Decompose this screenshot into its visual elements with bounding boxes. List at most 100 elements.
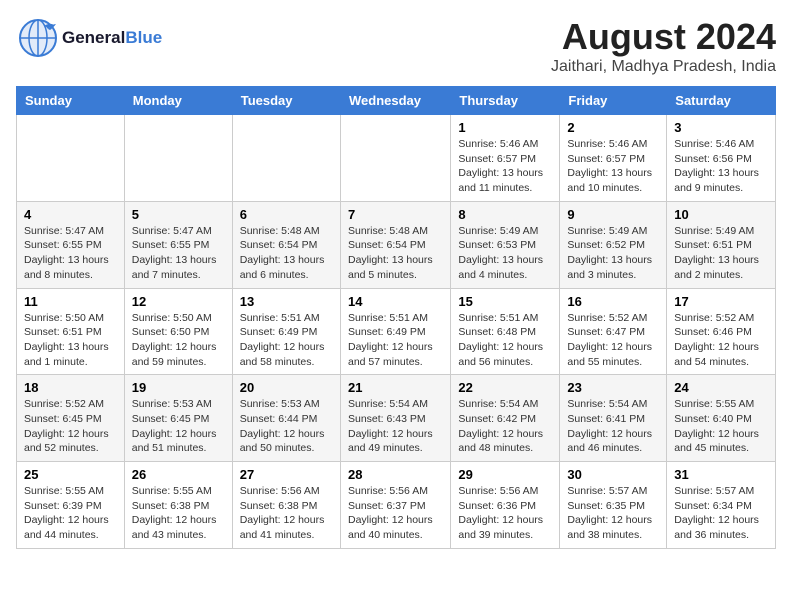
week-row-3: 11Sunrise: 5:50 AM Sunset: 6:51 PM Dayli… [17,288,776,375]
week-row-5: 25 Sunrise: 5:55 AM Sunset: 6:39 PM Dayli… [17,462,776,549]
day-number: 14 [348,294,443,309]
day-number: 26 [132,467,225,482]
day-info: Sunrise: 5:52 AM Sunset: 6:46 PM Dayligh… [674,311,768,370]
day-number: 24 [674,380,768,395]
header-day-sunday: Sunday [17,87,125,115]
calendar-cell [340,115,450,202]
header-day-saturday: Saturday [667,87,776,115]
day-info: Sunrise: 5:50 AM Sunset: 6:50 PM Dayligh… [132,311,225,370]
calendar-cell [232,115,340,202]
day-number: 4 [24,207,117,222]
day-info: Sunrise: 5:55 AM Sunset: 6:40 PM Dayligh… [674,397,768,456]
calendar-cell: 17 Sunrise: 5:52 AM Sunset: 6:46 PM Dayli… [667,288,776,375]
day-info: Sunrise: 5:56 AM Sunset: 6:36 PM Dayligh… [458,484,552,543]
header-row: SundayMondayTuesdayWednesdayThursdayFrid… [17,87,776,115]
calendar-cell: 3Sunrise: 5:46 AM Sunset: 6:56 PM Daylig… [667,115,776,202]
day-info: Sunrise: 5:51 AM Sunset: 6:49 PM Dayligh… [348,311,443,370]
day-info: Sunrise: 5:52 AM Sunset: 6:47 PM Dayligh… [567,311,659,370]
logo: GeneralBlue [16,16,162,60]
day-info: Sunrise: 5:47 AM Sunset: 6:55 PM Dayligh… [132,224,225,283]
day-number: 27 [240,467,333,482]
week-row-4: 18 Sunrise: 5:52 AM Sunset: 6:45 PM Dayli… [17,375,776,462]
title-block: August 2024 Jaithari, Madhya Pradesh, In… [551,16,776,76]
day-info: Sunrise: 5:52 AM Sunset: 6:45 PM Dayligh… [24,397,117,456]
day-number: 28 [348,467,443,482]
day-info: Sunrise: 5:49 AM Sunset: 6:52 PM Dayligh… [567,224,659,283]
day-number: 5 [132,207,225,222]
calendar-cell: 21 Sunrise: 5:54 AM Sunset: 6:43 PM Dayli… [340,375,450,462]
day-info: Sunrise: 5:51 AM Sunset: 6:49 PM Dayligh… [240,311,333,370]
calendar-cell: 26Sunrise: 5:55 AM Sunset: 6:38 PM Dayli… [124,462,232,549]
page-header: GeneralBlue August 2024 Jaithari, Madhya… [16,16,776,76]
calendar-cell: 20Sunrise: 5:53 AM Sunset: 6:44 PM Dayli… [232,375,340,462]
day-number: 8 [458,207,552,222]
day-info: Sunrise: 5:49 AM Sunset: 6:51 PM Dayligh… [674,224,768,283]
day-info: Sunrise: 5:55 AM Sunset: 6:39 PM Dayligh… [24,484,117,543]
calendar-cell: 1 Sunrise: 5:46 AM Sunset: 6:57 PM Daylig… [451,115,560,202]
day-number: 25 [24,467,117,482]
header-day-thursday: Thursday [451,87,560,115]
month-year-title: August 2024 [551,16,776,58]
calendar-cell: 25 Sunrise: 5:55 AM Sunset: 6:39 PM Dayli… [17,462,125,549]
day-number: 15 [458,294,552,309]
day-number: 9 [567,207,659,222]
week-row-1: 1 Sunrise: 5:46 AM Sunset: 6:57 PM Daylig… [17,115,776,202]
header-day-friday: Friday [560,87,667,115]
location-subtitle: Jaithari, Madhya Pradesh, India [551,58,776,76]
day-number: 1 [458,120,552,135]
week-row-2: 4 Sunrise: 5:47 AM Sunset: 6:55 PM Daylig… [17,201,776,288]
day-number: 13 [240,294,333,309]
day-info: Sunrise: 5:46 AM Sunset: 6:56 PM Dayligh… [674,137,768,196]
calendar-cell: 9 Sunrise: 5:49 AM Sunset: 6:52 PM Daylig… [560,201,667,288]
calendar-cell: 4Sunrise: 5:47 AM Sunset: 6:55 PM Daylig… [17,201,125,288]
day-number: 16 [567,294,659,309]
calendar-cell: 12 Sunrise: 5:50 AM Sunset: 6:50 PM Dayli… [124,288,232,375]
day-info: Sunrise: 5:56 AM Sunset: 6:37 PM Dayligh… [348,484,443,543]
calendar-table: SundayMondayTuesdayWednesdayThursdayFrid… [16,86,776,549]
calendar-cell: 16 Sunrise: 5:52 AM Sunset: 6:47 PM Dayli… [560,288,667,375]
day-info: Sunrise: 5:53 AM Sunset: 6:45 PM Dayligh… [132,397,225,456]
calendar-cell: 29 Sunrise: 5:56 AM Sunset: 6:36 PM Dayli… [451,462,560,549]
day-number: 23 [567,380,659,395]
day-number: 18 [24,380,117,395]
day-info: Sunrise: 5:54 AM Sunset: 6:42 PM Dayligh… [458,397,552,456]
calendar-cell: 31Sunrise: 5:57 AM Sunset: 6:34 PM Dayli… [667,462,776,549]
calendar-cell: 6Sunrise: 5:48 AM Sunset: 6:54 PM Daylig… [232,201,340,288]
calendar-cell: 14 Sunrise: 5:51 AM Sunset: 6:49 PM Dayli… [340,288,450,375]
calendar-cell: 27Sunrise: 5:56 AM Sunset: 6:38 PM Dayli… [232,462,340,549]
day-info: Sunrise: 5:48 AM Sunset: 6:54 PM Dayligh… [348,224,443,283]
day-info: Sunrise: 5:48 AM Sunset: 6:54 PM Dayligh… [240,224,333,283]
day-info: Sunrise: 5:46 AM Sunset: 6:57 PM Dayligh… [458,137,552,196]
calendar-cell: 30Sunrise: 5:57 AM Sunset: 6:35 PM Dayli… [560,462,667,549]
calendar-cell: 19 Sunrise: 5:53 AM Sunset: 6:45 PM Dayli… [124,375,232,462]
day-number: 22 [458,380,552,395]
header-day-tuesday: Tuesday [232,87,340,115]
header-day-wednesday: Wednesday [340,87,450,115]
day-info: Sunrise: 5:53 AM Sunset: 6:44 PM Dayligh… [240,397,333,456]
logo-general: GeneralBlue [62,29,162,48]
calendar-cell: 10 Sunrise: 5:49 AM Sunset: 6:51 PM Dayli… [667,201,776,288]
day-info: Sunrise: 5:51 AM Sunset: 6:48 PM Dayligh… [458,311,552,370]
day-number: 21 [348,380,443,395]
day-number: 12 [132,294,225,309]
calendar-cell: 18 Sunrise: 5:52 AM Sunset: 6:45 PM Dayli… [17,375,125,462]
day-number: 17 [674,294,768,309]
calendar-cell: 7Sunrise: 5:48 AM Sunset: 6:54 PM Daylig… [340,201,450,288]
day-number: 2 [567,120,659,135]
calendar-cell: 15 Sunrise: 5:51 AM Sunset: 6:48 PM Dayli… [451,288,560,375]
calendar-cell: 13 Sunrise: 5:51 AM Sunset: 6:49 PM Dayli… [232,288,340,375]
day-number: 30 [567,467,659,482]
calendar-cell: 5 Sunrise: 5:47 AM Sunset: 6:55 PM Daylig… [124,201,232,288]
calendar-cell [17,115,125,202]
calendar-cell [124,115,232,202]
day-number: 19 [132,380,225,395]
calendar-cell: 22 Sunrise: 5:54 AM Sunset: 6:42 PM Dayli… [451,375,560,462]
calendar-cell: 2Sunrise: 5:46 AM Sunset: 6:57 PM Daylig… [560,115,667,202]
day-number: 10 [674,207,768,222]
day-info: Sunrise: 5:54 AM Sunset: 6:41 PM Dayligh… [567,397,659,456]
day-info: Sunrise: 5:57 AM Sunset: 6:34 PM Dayligh… [674,484,768,543]
day-number: 29 [458,467,552,482]
calendar-cell: 24 Sunrise: 5:55 AM Sunset: 6:40 PM Dayli… [667,375,776,462]
day-number: 11 [24,294,117,309]
day-info: Sunrise: 5:54 AM Sunset: 6:43 PM Dayligh… [348,397,443,456]
